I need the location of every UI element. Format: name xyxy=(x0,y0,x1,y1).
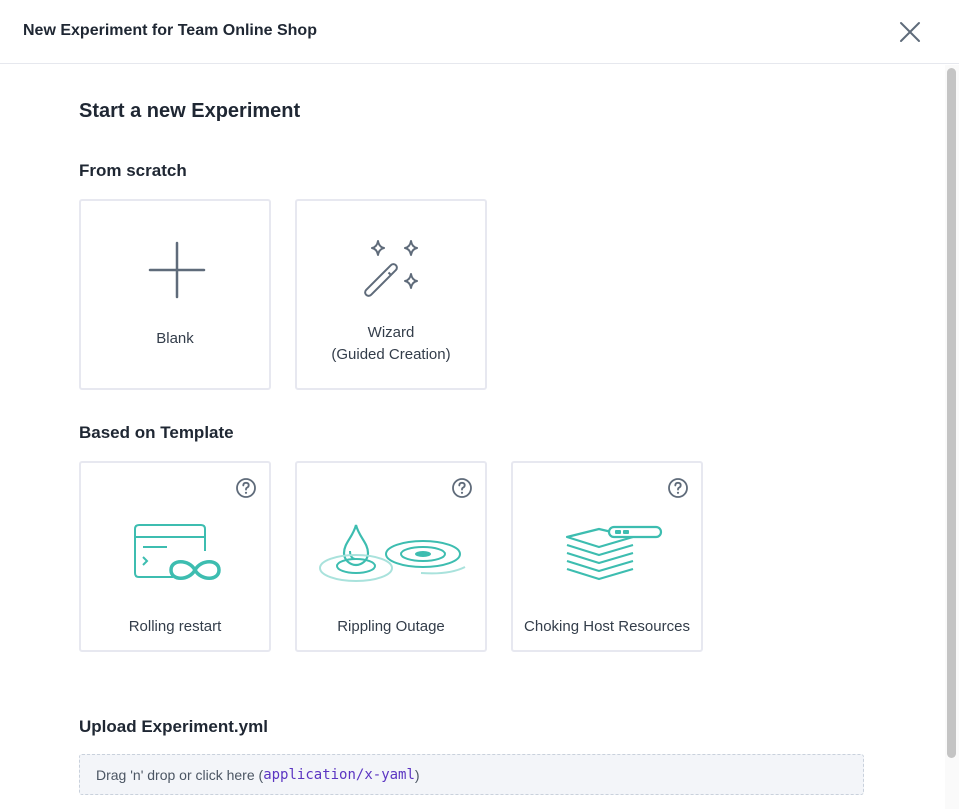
upload-dropzone[interactable]: Drag 'n' drop or click here (application… xyxy=(79,754,864,795)
choking-host-resources-icon xyxy=(565,525,663,581)
help-icon[interactable] xyxy=(235,477,257,499)
template-card-choking-host-resources[interactable]: Choking Host Resources xyxy=(511,461,703,652)
rippling-outage-label: Rippling Outage xyxy=(337,618,445,635)
page-title: Start a new Experiment xyxy=(79,100,301,122)
dropzone-text-suffix: ) xyxy=(414,766,420,783)
scrollbar-thumb[interactable] xyxy=(947,68,956,758)
dropzone-text: Drag 'n' drop or click here ( xyxy=(96,766,264,783)
section-title-upload: Upload Experiment.yml xyxy=(79,717,268,736)
template-card-rippling-outage[interactable]: Rippling Outage xyxy=(295,461,487,652)
wizard-label-line1: Wizard xyxy=(367,324,415,341)
plus-icon xyxy=(148,241,206,299)
blank-card[interactable]: Blank xyxy=(79,199,271,390)
help-icon[interactable] xyxy=(667,477,689,499)
scrollbar[interactable] xyxy=(945,65,959,809)
section-title-from-scratch: From scratch xyxy=(79,161,187,180)
template-card-rolling-restart[interactable]: Rolling restart xyxy=(79,461,271,652)
blank-card-label: Blank xyxy=(156,330,194,347)
section-title-template: Based on Template xyxy=(79,423,234,442)
choking-host-resources-label: Choking Host Resources xyxy=(524,618,690,635)
rolling-restart-label: Rolling restart xyxy=(128,618,222,635)
wizard-label-line2: (Guided Creation) xyxy=(331,346,451,363)
close-button[interactable] xyxy=(896,18,924,46)
modal-body: Start a new Experiment From scratch Blan… xyxy=(0,65,943,809)
rippling-outage-icon xyxy=(319,524,466,582)
modal-header: New Experiment for Team Online Shop xyxy=(0,0,959,64)
close-icon xyxy=(900,22,920,42)
magic-wand-icon xyxy=(364,240,418,297)
modal-title: New Experiment for Team Online Shop xyxy=(23,22,317,39)
wizard-card-label: Wizard (Guided Creation) xyxy=(297,322,485,366)
dropzone-mime-type: application/x-yaml xyxy=(263,766,415,783)
help-icon[interactable] xyxy=(451,477,473,499)
wizard-card[interactable]: Wizard (Guided Creation) xyxy=(295,199,487,390)
rolling-restart-icon xyxy=(134,524,221,580)
